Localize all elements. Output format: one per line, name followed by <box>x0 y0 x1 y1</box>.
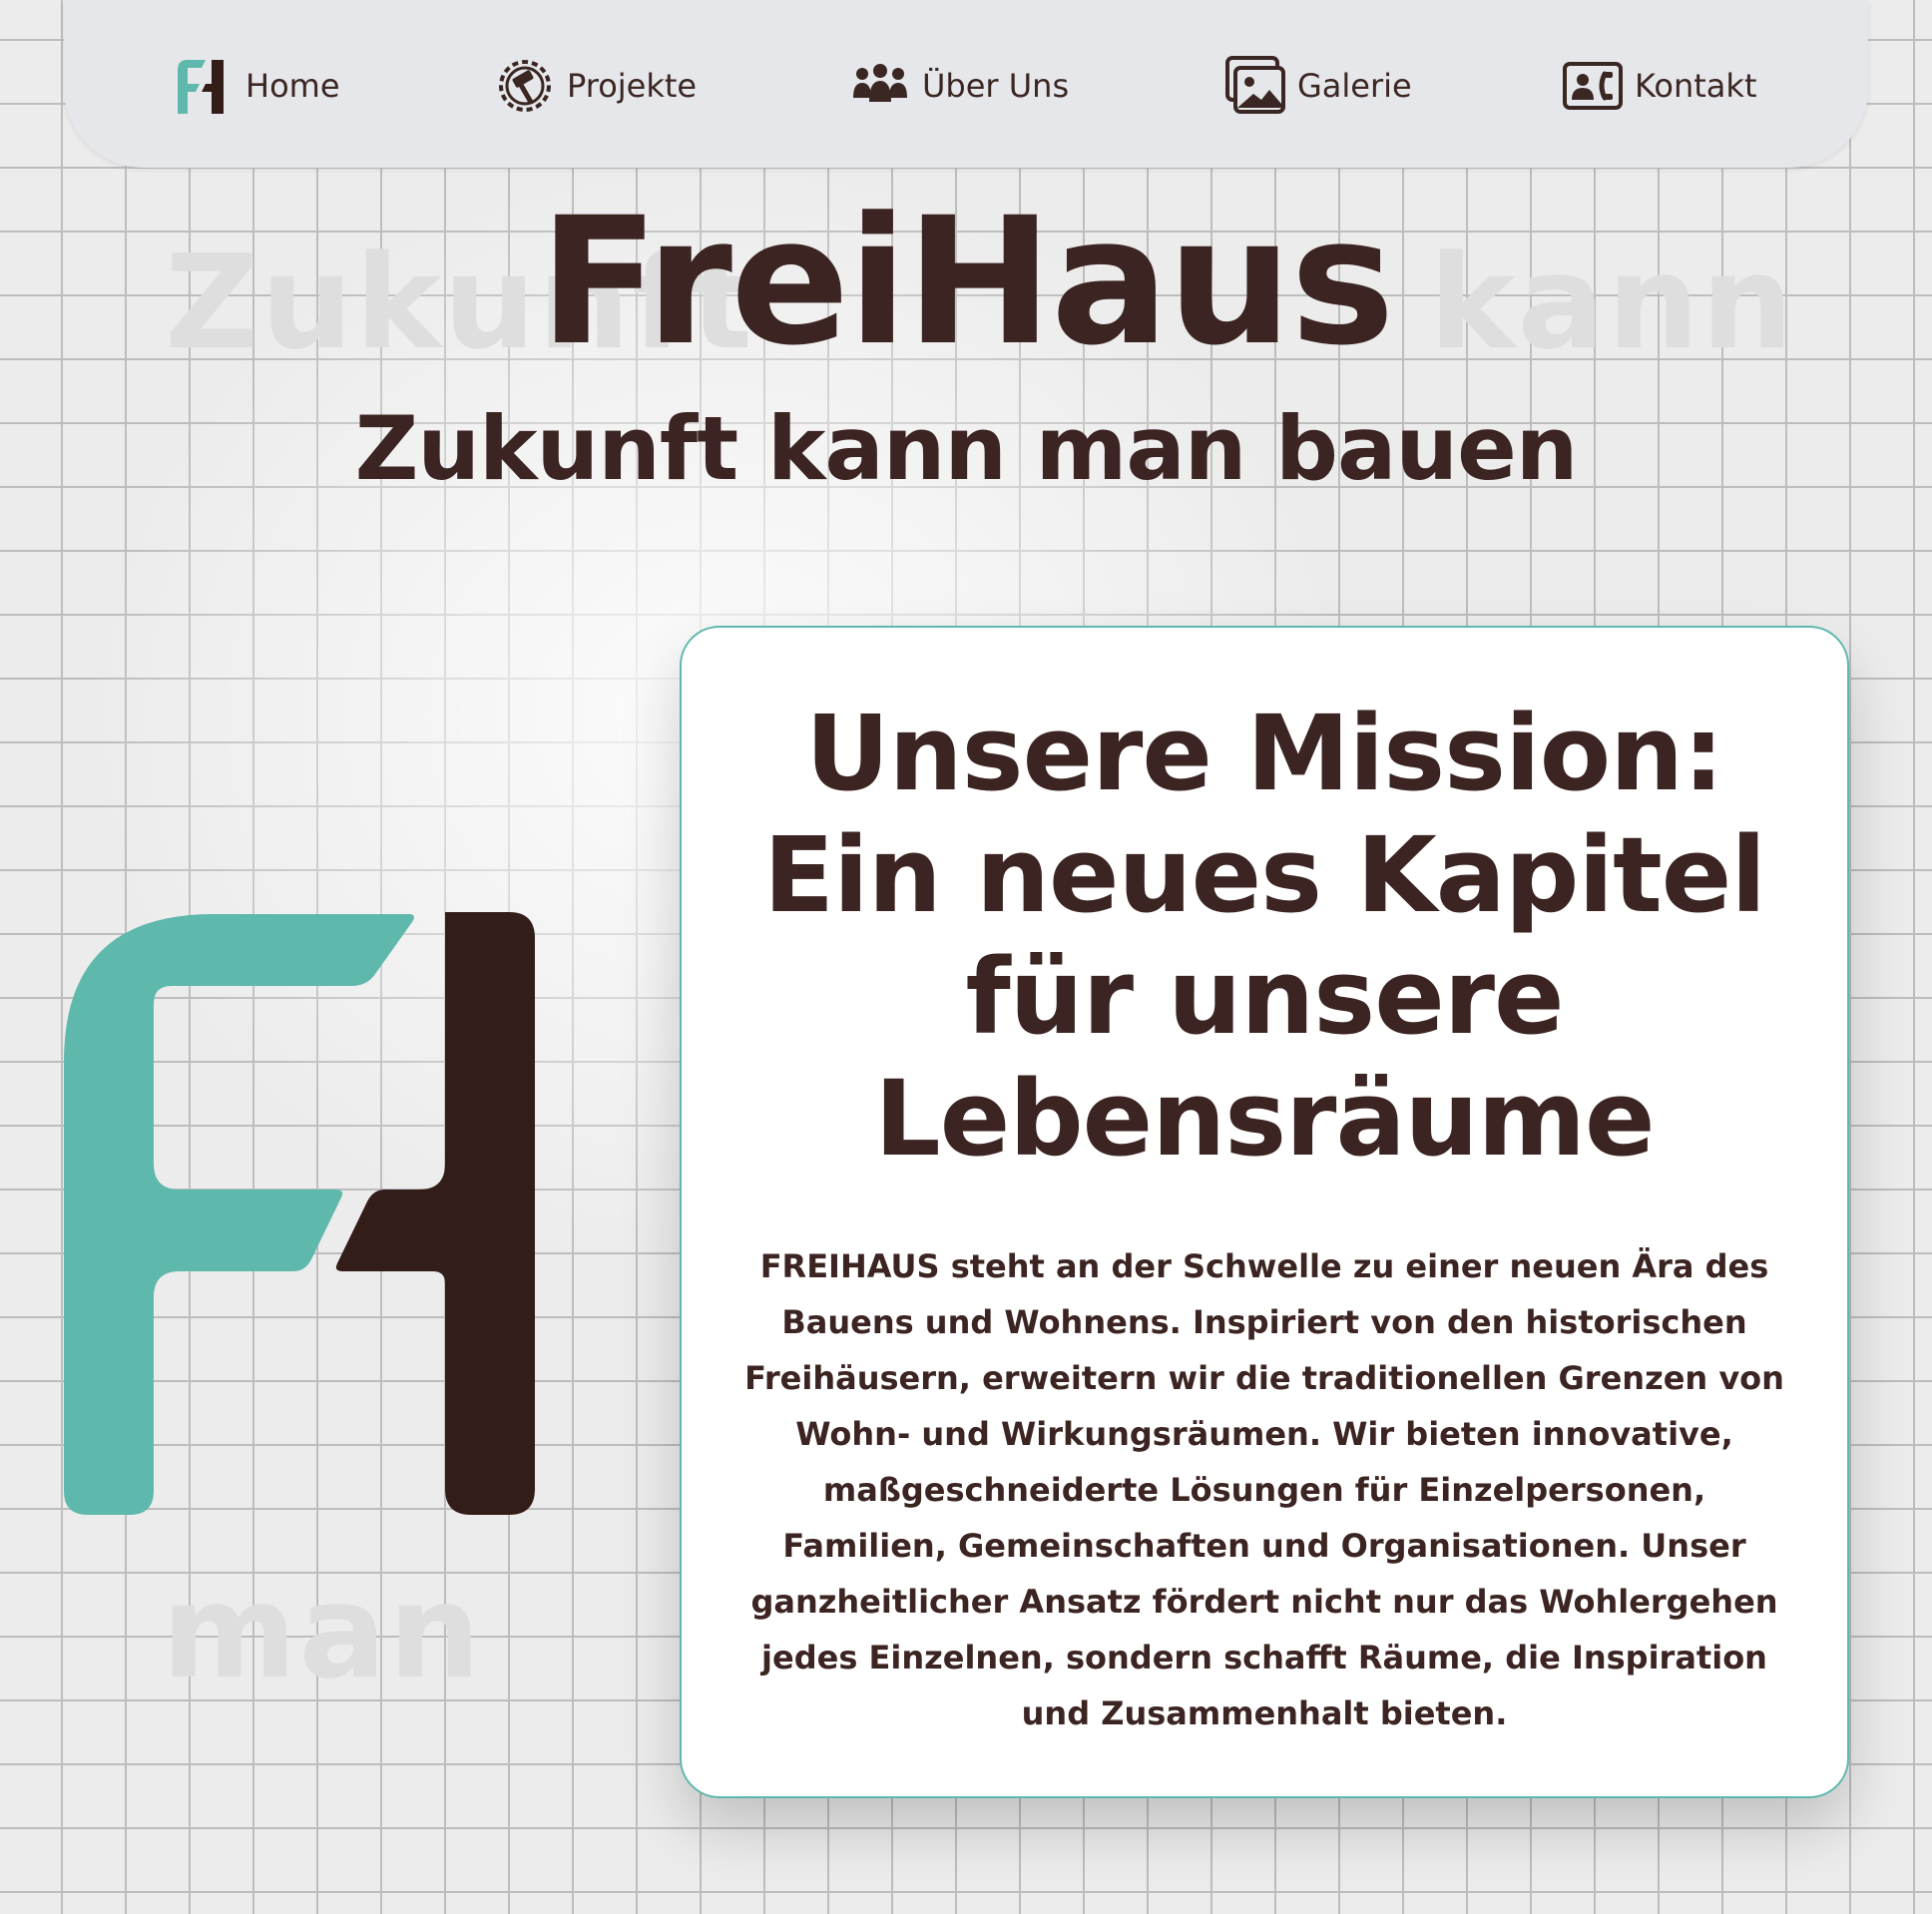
mission-card: Unsere Mission: Ein neues Kapitel für un… <box>680 626 1849 1798</box>
nav-kontakt[interactable]: Kontakt <box>1561 50 1756 122</box>
nav-galerie[interactable]: Galerie <box>1223 50 1412 122</box>
gallery-icon <box>1223 54 1287 118</box>
nav-ueber-uns-label: Über Uns <box>922 67 1070 105</box>
contact-card-icon <box>1561 54 1625 118</box>
hero-subtitle: Zukunft kann man bauen <box>354 397 1579 500</box>
nav-kontakt-label: Kontakt <box>1635 67 1757 105</box>
mission-body: FREIHAUS steht an der Schwelle zu einer … <box>744 1247 1784 1732</box>
group-icon <box>848 54 912 118</box>
hero-title: FreiHaus <box>539 180 1395 384</box>
top-navbar: Home Projekte Über Uns Galerie Kontakt <box>64 0 1868 168</box>
mission-title: Unsere Mission: Ein neues Kapitel für un… <box>763 693 1766 1180</box>
nav-projekte[interactable]: Projekte <box>493 50 697 122</box>
fh-logo-icon <box>172 54 236 118</box>
nav-galerie-label: Galerie <box>1297 67 1412 105</box>
nav-home-label: Home <box>245 67 340 105</box>
hammer-gear-icon <box>493 54 557 118</box>
nav-home[interactable]: Home <box>172 50 340 122</box>
nav-ueber-uns[interactable]: Über Uns <box>848 50 1069 122</box>
freihaus-logo <box>64 912 535 1515</box>
background-word-man: man <box>162 1556 483 1707</box>
nav-projekte-label: Projekte <box>567 67 698 105</box>
